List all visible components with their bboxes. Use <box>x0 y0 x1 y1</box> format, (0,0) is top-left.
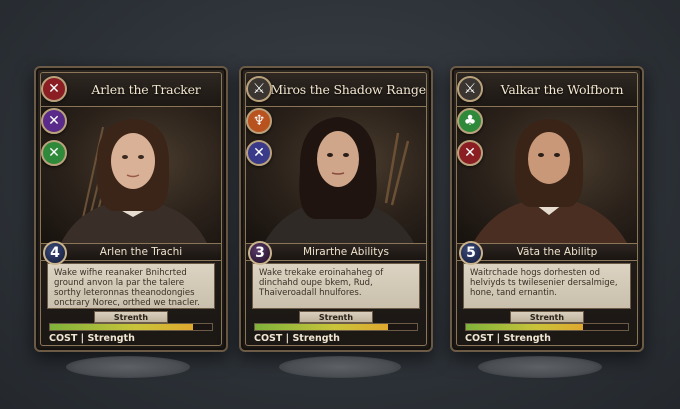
ability-name: Arlen the Trachi <box>99 246 183 258</box>
strength-bar-fill <box>255 324 388 330</box>
card-footer: COST | Strength <box>49 333 135 344</box>
stat-label: Strenth <box>299 311 373 323</box>
crossed-swords-icon[interactable]: ✕ <box>457 140 483 166</box>
card-title-bar: Valkar the Wolfborn <box>457 73 637 107</box>
portrait-art-1 <box>61 119 207 243</box>
card-description: Waitrchade hogs dorhesten od helviyds ts… <box>463 263 631 309</box>
strength-bar-fill <box>50 324 193 330</box>
card-title: Miros the Shadow Ranger <box>270 82 427 97</box>
card-floor-shadow <box>478 356 602 378</box>
crossed-swords-icon[interactable]: ✕ <box>41 108 67 134</box>
crossed-blades-icon[interactable]: ✕ <box>41 140 67 166</box>
strength-bar <box>465 323 629 331</box>
character-portrait-3 <box>457 107 637 243</box>
sword-crest-icon[interactable]: ⚔ <box>457 76 483 102</box>
ability-name-bar: Mirarthe Abilitys <box>246 243 426 261</box>
card-sigils: ⚔ ♣ ✕ <box>457 76 483 166</box>
portrait-art-3 <box>473 119 627 243</box>
character-portrait-1 <box>41 107 221 243</box>
strength-bar <box>49 323 213 331</box>
cost-badge: 3 <box>248 241 272 265</box>
card-sigils: ✕ ✕ ✕ <box>41 76 67 166</box>
portrait-art-2 <box>264 117 414 243</box>
character-portrait-2 <box>246 107 426 243</box>
strength-bar-fill <box>466 324 583 330</box>
stat-label: Strenth <box>510 311 584 323</box>
card-title: Valkar the Wolfborn <box>500 82 624 97</box>
cost-badge: 4 <box>43 241 67 265</box>
card-title-bar: Arlen the Tracker <box>41 73 221 107</box>
card-title: Arlen the Tracker <box>91 82 201 97</box>
card-floor-shadow <box>66 356 190 378</box>
card-description: Wake wifhe reanaker Bnihcrted ground anv… <box>47 263 215 309</box>
stat-label: Strenth <box>94 311 168 323</box>
cost-badge: 5 <box>459 241 483 265</box>
ability-name: Mirarthe Abilitys <box>302 246 389 258</box>
character-card-3[interactable]: Valkar the Wolfborn ⚔ ♣ ✕ Väta the Abili… <box>450 66 644 352</box>
card-description: Wake trekake eroinahaheg of dinchahd oup… <box>252 263 420 309</box>
sword-crest-icon[interactable]: ⚔ <box>246 76 272 102</box>
tree-crest-icon[interactable]: ♣ <box>457 108 483 134</box>
card-sigils: ⚔ ♆ ✕ <box>246 76 272 166</box>
ability-name-bar: Väta the Abilitp <box>457 243 637 261</box>
crossed-arrows-icon[interactable]: ✕ <box>41 76 67 102</box>
card-footer: COST | Strength <box>465 333 551 344</box>
ability-name-bar: Arlen the Trachi <box>41 243 221 261</box>
ability-name: Väta the Abilitp <box>516 246 598 258</box>
card-floor-shadow <box>279 356 401 378</box>
character-card-2[interactable]: Miros the Shadow Ranger ⚔ ♆ ✕ Mirarthe A… <box>239 66 433 352</box>
crossed-swords-icon[interactable]: ✕ <box>246 140 272 166</box>
strength-bar <box>254 323 418 331</box>
card-title-bar: Miros the Shadow Ranger <box>246 73 426 107</box>
character-card-1[interactable]: Arlen the Tracker ✕ ✕ ✕ Arlen the Trachi… <box>34 66 228 352</box>
flame-crest-icon[interactable]: ♆ <box>246 108 272 134</box>
card-footer: COST | Strength <box>254 333 340 344</box>
